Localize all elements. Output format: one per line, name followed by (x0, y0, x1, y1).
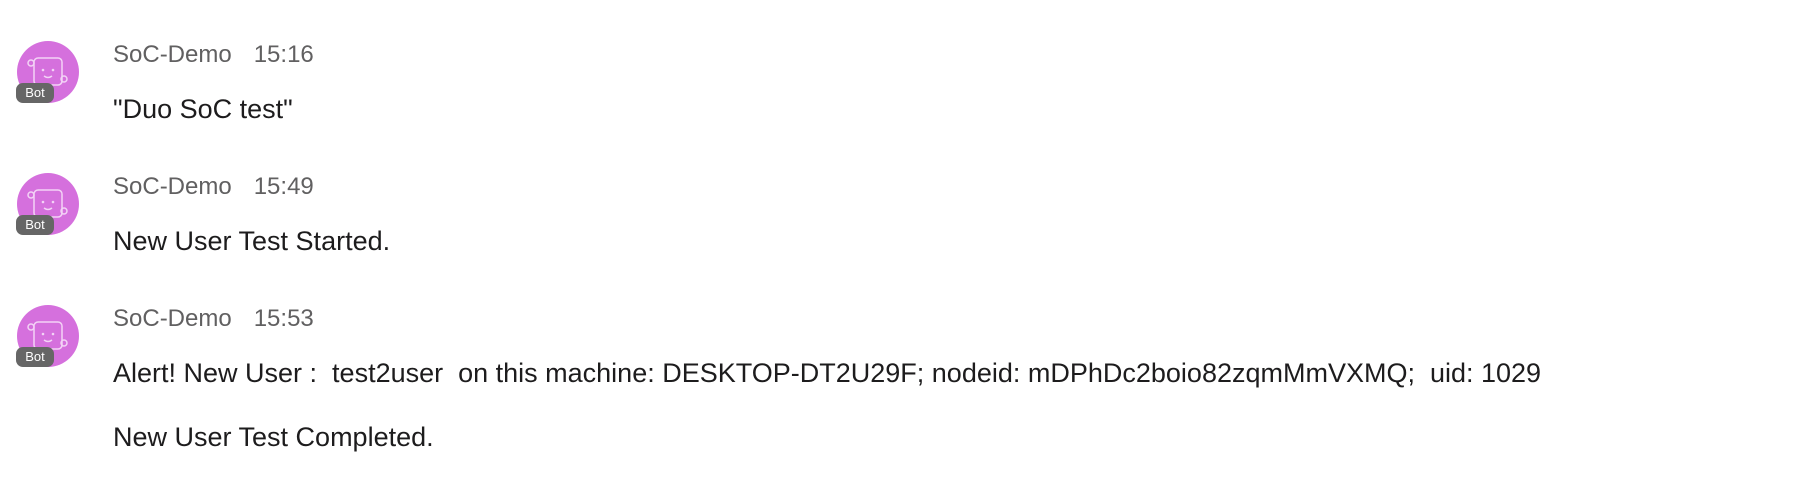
bot-badge: Bot (16, 83, 54, 103)
avatar[interactable]: Bot (16, 305, 79, 367)
message-text: Alert! New User : test2user on this mach… (113, 358, 1542, 388)
avatar[interactable]: Bot (16, 173, 79, 235)
timestamp[interactable]: 15:53 (254, 305, 314, 332)
message-text: New User Test Completed. (113, 422, 434, 452)
message-header: SoC-Demo 15:53 (113, 304, 314, 334)
sender-name[interactable]: SoC-Demo (113, 41, 232, 68)
message-header: SoC-Demo 15:16 (113, 40, 314, 70)
sender-name[interactable]: SoC-Demo (113, 305, 232, 332)
message-header: SoC-Demo 15:49 (113, 172, 314, 202)
avatar[interactable]: Bot (16, 41, 79, 103)
timestamp[interactable]: 15:16 (254, 41, 314, 68)
bot-badge: Bot (16, 215, 54, 235)
message-text: "Duo SoC test" (113, 94, 293, 124)
bot-badge: Bot (16, 347, 54, 367)
sender-name[interactable]: SoC-Demo (113, 173, 232, 200)
message-feed: Bot SoC-Demo 15:16 "Duo SoC test" Bot SoC (0, 0, 1808, 478)
message-text: New User Test Started. (113, 226, 391, 256)
timestamp[interactable]: 15:49 (254, 173, 314, 200)
